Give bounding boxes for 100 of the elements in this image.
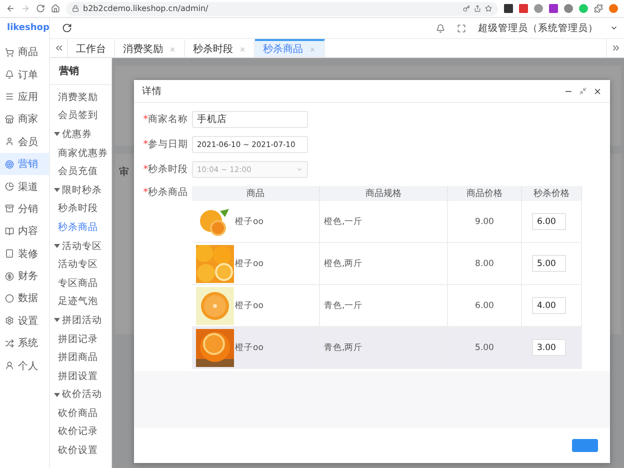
menu-group[interactable]: 砍价活动 — [50, 386, 111, 404]
field-label: *秒杀商品 — [142, 186, 189, 199]
coin-icon — [5, 272, 14, 281]
spec-text: 橙色,一斤 — [324, 216, 363, 228]
nav-item[interactable]: 应用 — [0, 86, 49, 108]
book-icon — [5, 226, 14, 236]
puzzle-icon[interactable] — [594, 4, 603, 13]
star-icon — [485, 5, 492, 12]
refresh-icon[interactable] — [62, 23, 72, 33]
home-icon[interactable] — [51, 4, 60, 13]
price-input[interactable]: 3.00 — [532, 339, 566, 356]
section-title: 审 — [119, 167, 129, 178]
nav-item[interactable]: 系统 — [0, 332, 49, 354]
caret-icon — [54, 392, 60, 398]
page-tab[interactable]: 秒杀商品 — [255, 39, 325, 57]
caret-icon — [54, 317, 60, 324]
caret-icon — [296, 166, 303, 173]
nav-item[interactable]: 商品 — [0, 41, 49, 64]
menu-item[interactable]: 拼团记录 — [50, 330, 111, 348]
caret-icon — [610, 24, 618, 32]
menu-item[interactable]: 拼团商品 — [50, 348, 111, 367]
menu-item[interactable]: 拼团设置 — [50, 366, 111, 386]
menu-item[interactable]: 会员充值 — [50, 162, 111, 181]
price-text: 6.00 — [475, 300, 494, 310]
price-text: 8.00 — [475, 258, 494, 268]
nav-item[interactable]: 渠道 — [0, 175, 49, 198]
forward-icon[interactable] — [21, 4, 30, 13]
menu-group[interactable]: 拼团活动 — [50, 311, 111, 330]
nav-item[interactable]: 订单 — [0, 63, 49, 86]
sidebar-title: 营销 — [50, 58, 111, 85]
product-name: 橙子oo — [235, 258, 264, 270]
product-name: 橙子oo — [235, 300, 264, 312]
nav-item[interactable]: 个人 — [0, 354, 49, 377]
product-name: 橙子oo — [235, 216, 264, 228]
nav-item[interactable]: 会员 — [0, 130, 49, 153]
price-input[interactable]: 4.00 — [532, 297, 566, 314]
menu-item[interactable]: 会员签到 — [50, 106, 111, 126]
nav-item[interactable]: 营销 — [0, 152, 49, 176]
shuffle-icon — [5, 338, 14, 348]
nav-item[interactable]: 数据 — [0, 287, 49, 310]
person-icon — [5, 361, 14, 370]
tablet-icon — [5, 249, 14, 258]
menu-item[interactable]: 消费奖励 — [50, 88, 111, 107]
nav-item[interactable]: 装修 — [0, 242, 49, 265]
caret-icon — [54, 131, 60, 138]
menu-group[interactable]: 限时秒杀 — [50, 180, 111, 200]
close-icon[interactable] — [593, 86, 602, 96]
menu-item[interactable]: 秒杀商品 — [50, 218, 111, 237]
user-icon — [5, 137, 14, 146]
nav-item[interactable]: 设置 — [0, 310, 49, 332]
back-icon[interactable] — [6, 4, 15, 13]
chevrons-right-icon — [610, 43, 620, 53]
field-label: *参与日期 — [142, 138, 189, 151]
fullscreen-icon[interactable] — [457, 24, 466, 32]
bell-icon[interactable] — [436, 24, 445, 32]
menu-item[interactable]: 砍价商品 — [50, 404, 111, 423]
spec-text: 橙色,两斤 — [324, 258, 363, 270]
caret-icon — [54, 187, 60, 194]
menu-item[interactable]: 足迹气泡 — [50, 292, 111, 312]
bell-icon — [5, 70, 14, 80]
avatar-icon[interactable] — [609, 4, 618, 13]
menu-item[interactable]: 专区商品 — [50, 274, 111, 293]
lock-icon — [72, 5, 79, 12]
user-menu[interactable]: 超级管理员（系统管理员） — [478, 22, 598, 34]
restore-icon[interactable] — [579, 87, 587, 95]
store-icon — [5, 114, 14, 124]
menu-group[interactable]: 优惠券 — [50, 125, 111, 144]
box-icon — [5, 204, 14, 214]
menu-group[interactable]: 活动专区 — [50, 236, 111, 256]
url-text: b2b2cdemo.likeshop.cn/admin/ — [83, 4, 210, 13]
nav-item[interactable]: 财务 — [0, 264, 49, 288]
logo: likeshop — [6, 22, 49, 35]
product-name: 橙子oo — [235, 342, 264, 354]
dialog-title: 详情 — [142, 84, 163, 98]
nav-item[interactable]: 商家 — [0, 108, 49, 131]
key-icon — [463, 5, 470, 12]
spec-text: 青色,一斤 — [324, 300, 363, 312]
settings-icon — [5, 316, 14, 326]
chevrons-left-icon — [54, 43, 64, 53]
input-field[interactable]: 手机店 — [192, 111, 308, 128]
nav-item[interactable]: 分销 — [0, 198, 49, 220]
price-text: 5.00 — [475, 342, 494, 352]
price-text: 9.00 — [475, 216, 494, 226]
price-input[interactable]: 5.00 — [532, 255, 566, 272]
spec-text: 青色,两斤 — [324, 342, 363, 354]
address-bar[interactable]: b2b2cdemo.likeshop.cn/admin/ — [66, 2, 498, 16]
list-icon — [5, 92, 14, 102]
menu-item[interactable]: 商家优惠券 — [50, 144, 111, 162]
circle-icon — [5, 294, 14, 303]
menu-item[interactable]: 秒杀时段 — [50, 200, 111, 218]
target-icon — [5, 160, 14, 169]
nav-item[interactable]: 内容 — [0, 220, 49, 243]
price-input[interactable]: 6.00 — [532, 213, 566, 230]
caret-icon — [54, 243, 60, 250]
cart-icon — [5, 48, 14, 57]
menu-item[interactable]: 活动专区 — [50, 255, 111, 274]
share-icon — [474, 5, 481, 12]
menu-item[interactable]: 砍价记录 — [50, 422, 111, 442]
menu-item[interactable]: 砍价设置 — [50, 441, 111, 460]
reload-icon[interactable] — [36, 4, 45, 13]
